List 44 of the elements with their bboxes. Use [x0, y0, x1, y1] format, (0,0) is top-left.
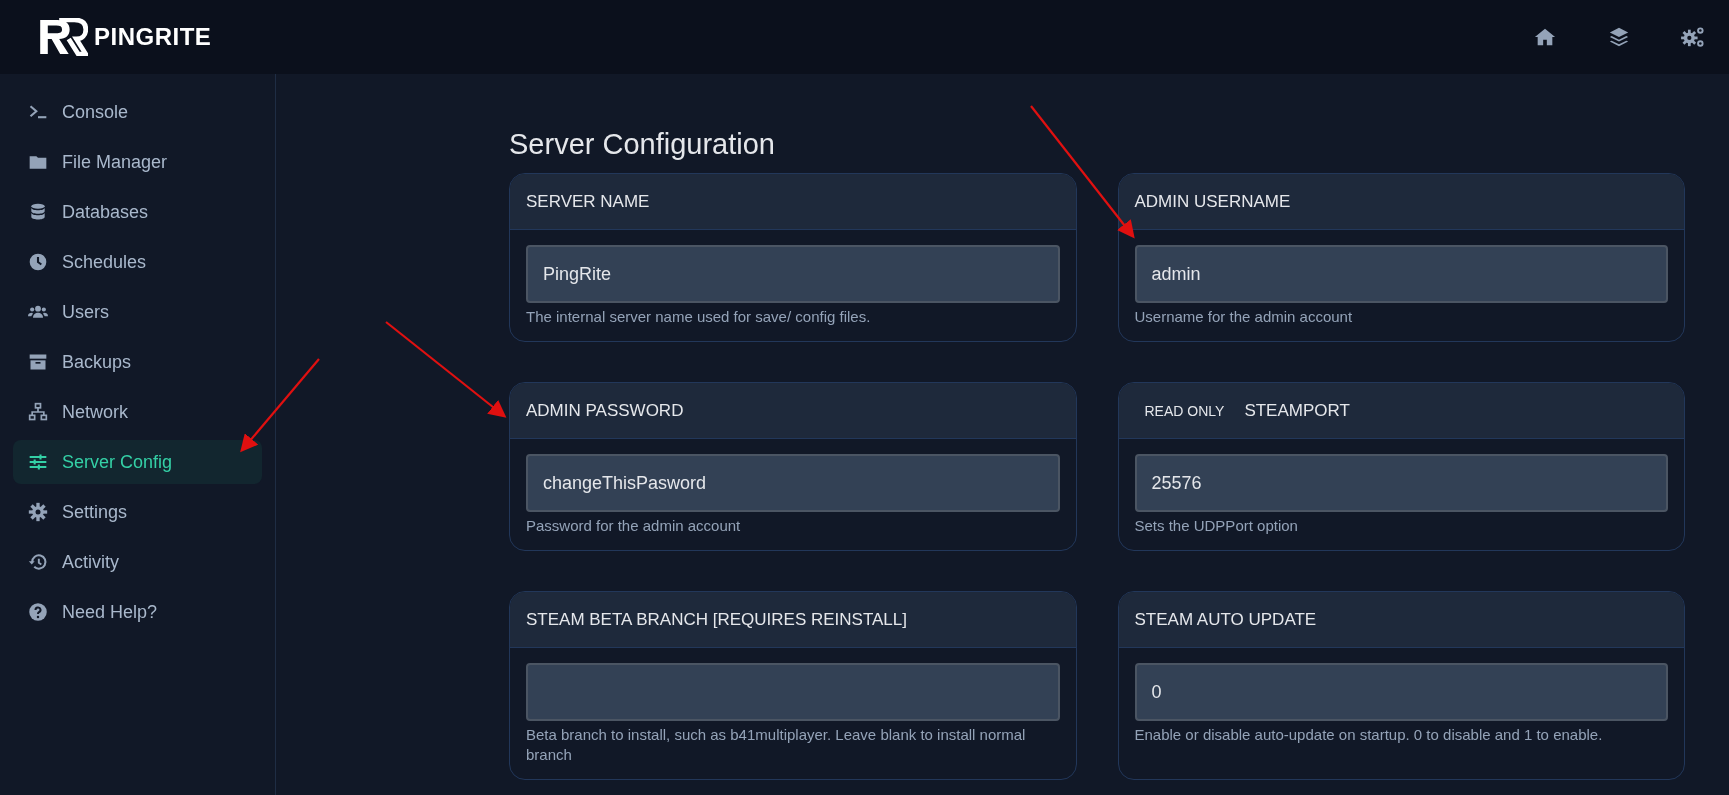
sidebar-item[interactable]: Databases: [13, 190, 262, 234]
layers-icon[interactable]: [1607, 26, 1631, 48]
input-field[interactable]: PingRite: [526, 245, 1060, 303]
help-text: Enable or disable auto-update on startup. 0 to disable and 1 to enable.: [1134, 725, 1604, 745]
sidebar-item[interactable]: Server Config: [13, 440, 262, 484]
input-field[interactable]: 25576: [1134, 454, 1668, 512]
sidebar-item[interactable]: Users: [13, 290, 262, 334]
logo-icon: [38, 18, 88, 56]
sidebar-item[interactable]: Activity: [13, 540, 262, 584]
gears-icon[interactable]: [1681, 26, 1705, 48]
network-icon: [28, 402, 48, 422]
sidebar-item[interactable]: Console: [13, 90, 262, 134]
archive-icon: [28, 352, 48, 372]
page-title: Server Configuration: [509, 128, 776, 161]
brand-name: PINGRITE: [94, 23, 212, 51]
input-field[interactable]: 0: [1134, 663, 1668, 721]
input-field[interactable]: admin: [1134, 245, 1668, 303]
sliders-icon: [28, 452, 48, 472]
sidebar-item[interactable]: File Manager: [13, 140, 262, 184]
sidebar-item[interactable]: Network: [13, 390, 262, 434]
help-icon: [28, 602, 48, 622]
sidebar-item[interactable]: Settings: [13, 490, 262, 534]
help-text: Password for the admin account: [526, 516, 742, 536]
sidebar-item[interactable]: Backups: [13, 340, 262, 384]
history-icon: [28, 552, 48, 572]
setting-label: SERVER NAME: [526, 191, 650, 212]
setting-label: STEAMPORT: [1244, 400, 1350, 421]
sidebar-item[interactable]: Schedules: [13, 240, 262, 284]
gear-icon: [28, 502, 48, 522]
help-text: The internal server name used for save/ config files.: [526, 307, 872, 327]
input-field[interactable]: [526, 663, 1060, 721]
input-field[interactable]: changeThisPasword: [526, 454, 1060, 512]
setting-label: ADMIN PASSWORD: [526, 400, 684, 421]
home-icon[interactable]: [1533, 26, 1557, 48]
help-text: Sets the UDPPort option: [1134, 516, 1299, 536]
help-text: Beta branch to install, such as b41multiplayer. Leave blank to install normal branch: [526, 725, 1027, 765]
sidebar-item[interactable]: Need Help?: [13, 590, 262, 634]
clock-icon: [28, 252, 48, 272]
help-text: Username for the admin account: [1134, 307, 1354, 327]
read-only-label: READ ONLY: [1143, 402, 1225, 419]
setting-label: STEAM AUTO UPDATE: [1134, 609, 1317, 630]
database-icon: [28, 202, 48, 222]
setting-label: STEAM BETA BRANCH [REQUIRES REINSTALL]: [526, 609, 907, 630]
setting-label: ADMIN USERNAME: [1134, 191, 1291, 212]
